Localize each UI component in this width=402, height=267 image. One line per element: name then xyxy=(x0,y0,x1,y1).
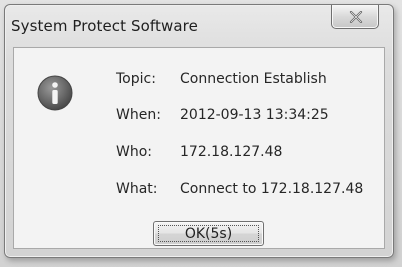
what-value: Connect to 172.18.127.48 xyxy=(180,181,364,197)
topic-value: Connection Establish xyxy=(180,71,327,87)
dialog-window: System Protect Software Topic: Connectio… xyxy=(4,4,394,258)
info-icon xyxy=(37,75,73,111)
dialog-content: Topic: Connection Establish When: 2012-0… xyxy=(13,47,385,249)
screen: System Protect Software Topic: Connectio… xyxy=(0,0,402,267)
who-value: 172.18.127.48 xyxy=(180,144,283,160)
who-label: Who: xyxy=(116,144,152,160)
close-button[interactable] xyxy=(331,5,379,29)
when-value: 2012-09-13 13:34:25 xyxy=(180,107,329,123)
window-title: System Protect Software xyxy=(11,17,198,35)
title-bar[interactable]: System Protect Software xyxy=(5,5,393,45)
ok-button-label: OK(5s) xyxy=(158,225,259,242)
ok-button[interactable]: OK(5s) xyxy=(153,221,264,246)
when-label: When: xyxy=(116,107,161,123)
close-icon xyxy=(349,11,363,23)
topic-label: Topic: xyxy=(116,71,156,87)
what-label: What: xyxy=(116,181,158,197)
